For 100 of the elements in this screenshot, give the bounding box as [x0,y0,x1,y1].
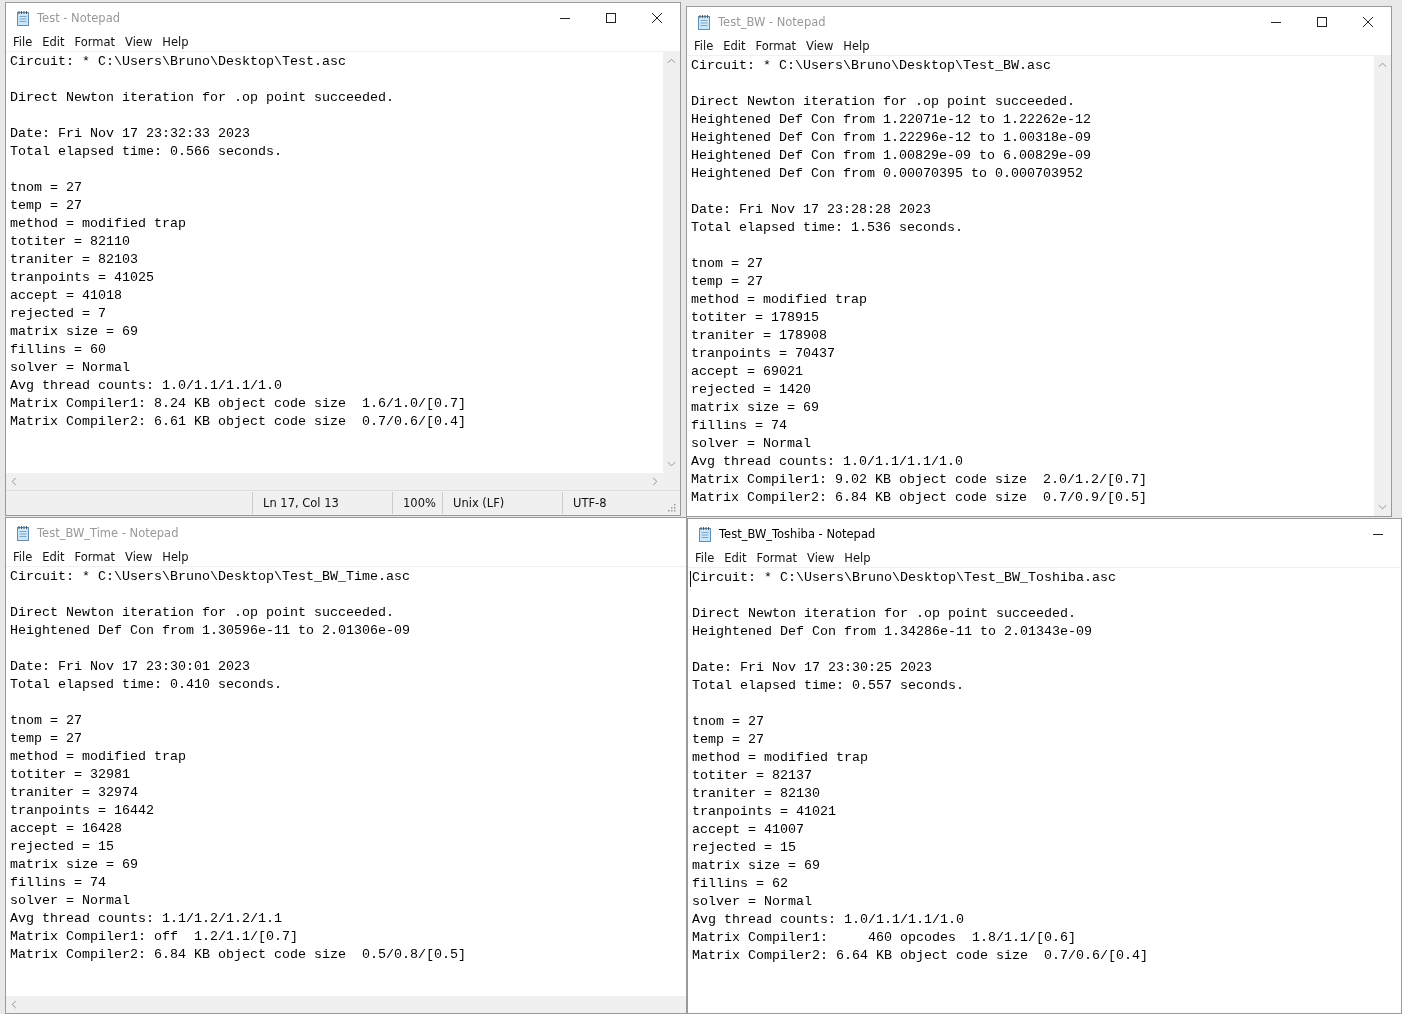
text-line: temp = 27 [691,273,764,291]
text-line: tnom = 27 [10,179,83,197]
text-line: method = modified trap [691,291,868,309]
menu-item[interactable]: Help [838,39,875,53]
text-line: totiter = 32981 [10,766,131,784]
text-line: Matrix Compiler1: 9.02 KB object code size 2.0/1.2/[0.7] [691,471,1148,489]
text-line: Matrix Compiler1: 460 opcodes 1.8/1.1/[0.6] [692,929,1077,947]
vertical-scrollbar[interactable] [663,52,680,473]
menu-item[interactable]: Edit [37,550,70,564]
text-line: Heightened Def Con from 1.22296e-12 to 1.00318e-09 [691,129,1092,147]
menu-item[interactable]: Format [750,39,802,53]
notepad-icon [697,526,713,542]
scroll-up-icon[interactable] [1378,62,1387,68]
scroll-left-icon[interactable] [11,477,17,486]
menu-item[interactable]: Edit [719,551,752,565]
text-line: traniter = 32974 [10,784,139,802]
text-line: Heightened Def Con from 0.00070395 to 0.000703952 [691,165,1084,183]
text-line: method = modified trap [10,748,187,766]
text-line: Direct Newton iteration for .op point succeeded. [691,93,1076,111]
scroll-up-icon[interactable] [667,58,676,64]
menu-item[interactable]: Edit [37,35,70,49]
text-line: solver = Normal [10,359,131,377]
text-line: Avg thread counts: 1.0/1.1/1.1/1.0 [691,453,964,471]
text-line: tranpoints = 70437 [691,345,836,363]
text-line: Direct Newton iteration for .op point succeeded. [10,89,395,107]
text-line: solver = Normal [692,893,813,911]
text-line: temp = 27 [10,197,83,215]
scroll-down-icon[interactable] [667,461,676,467]
text-line: tranpoints = 41021 [692,803,837,821]
status-text: Ln 17, Col 13 [252,492,392,514]
menu-item[interactable]: View [120,550,158,564]
text-line: accept = 16428 [10,820,123,838]
text-line: tnom = 27 [10,712,83,730]
maximize-icon [606,13,616,23]
text-line: Total elapsed time: 1.536 seconds. [691,219,964,237]
scroll-right-icon[interactable] [652,477,658,486]
text-line: Heightened Def Con from 1.22071e-12 to 1.22262e-12 [691,111,1092,129]
window-title: Test_BW_Toshiba - Notepad [719,527,876,541]
text-line: Avg thread counts: 1.0/1.1/1.1/1.0 [10,377,283,395]
text-line: solver = Normal [691,435,812,453]
text-line: Date: Fri Nov 17 23:30:25 2023 [692,659,933,677]
menu-item[interactable]: File [8,550,38,564]
menu-item[interactable]: Format [69,35,121,49]
text-line: Heightened Def Con from 1.00829e-09 to 6.00829e-09 [691,147,1092,165]
text-line: method = modified trap [692,749,869,767]
text-line: Circuit: * C:\Users\Bruno\Desktop\Test_BW_Time.asc [10,568,411,586]
text-line: Matrix Compiler2: 6.61 KB object code size 0.7/0.6/[0.4] [10,413,467,431]
menu-item[interactable]: View [801,39,839,53]
text-line: Date: Fri Nov 17 23:32:33 2023 [10,125,251,143]
vertical-scrollbar[interactable] [1374,56,1391,516]
text-line: matrix size = 69 [691,399,820,417]
text-line: matrix size = 69 [692,857,821,875]
horizontal-scrollbar[interactable] [6,473,680,490]
text-line: Total elapsed time: 0.410 seconds. [10,676,283,694]
text-line: Direct Newton iteration for .op point succeeded. [692,605,1077,623]
text-line: traniter = 178908 [691,327,828,345]
maximize-icon [1317,17,1327,27]
menu-item[interactable]: Help [839,551,876,565]
text-line: rejected = 15 [692,839,797,857]
menu-item[interactable]: Help [157,550,194,564]
text-line: rejected = 1420 [691,381,812,399]
menu-item[interactable]: File [690,551,720,565]
menu-item[interactable]: View [802,551,840,565]
text-line: Circuit: * C:\Users\Bruno\Desktop\Test.asc [10,53,347,71]
text-line: Matrix Compiler1: 8.24 KB object code size 1.6/1.0/[0.7] [10,395,467,413]
text-line: accept = 41018 [10,287,123,305]
text-line: solver = Normal [10,892,131,910]
close-icon [652,13,662,23]
menu-item[interactable]: View [120,35,158,49]
scroll-down-icon[interactable] [1378,504,1387,510]
window-title: Test - Notepad [37,11,120,25]
text-line: Date: Fri Nov 17 23:28:28 2023 [691,201,932,219]
notepad-icon [696,14,712,30]
text-line: temp = 27 [10,730,83,748]
text-line: totiter = 82137 [692,767,813,785]
menu-item[interactable]: Edit [718,39,751,53]
text-line: rejected = 15 [10,838,115,856]
scroll-left-icon[interactable] [11,1000,17,1009]
window-title: Test_BW_Time - Notepad [37,526,179,540]
text-line: method = modified trap [10,215,187,233]
text-line: traniter = 82103 [10,251,139,269]
text-line: Matrix Compiler2: 6.84 KB object code size 0.7/0.9/[0.5] [691,489,1148,507]
text-line: tnom = 27 [692,713,765,731]
menu-item[interactable]: File [689,39,719,53]
horizontal-scrollbar[interactable] [6,996,686,1013]
notepad-icon [15,525,31,541]
text-line: Matrix Compiler2: 6.64 KB object code size 0.7/0.6/[0.4] [692,947,1149,965]
menu-item[interactable]: Help [157,35,194,49]
text-line: fillins = 74 [10,874,107,892]
text-line: fillins = 60 [10,341,107,359]
text-line: tranpoints = 41025 [10,269,155,287]
text-line: rejected = 7 [10,305,107,323]
menu-item[interactable]: Format [751,551,803,565]
menu-item[interactable]: File [8,35,38,49]
resize-grip-icon[interactable] [666,502,676,512]
text-line: totiter = 82110 [10,233,131,251]
menu-item[interactable]: Format [69,550,121,564]
text-line: tranpoints = 16442 [10,802,155,820]
status-text: Unix (LF) [442,492,562,514]
text-line: totiter = 178915 [691,309,820,327]
